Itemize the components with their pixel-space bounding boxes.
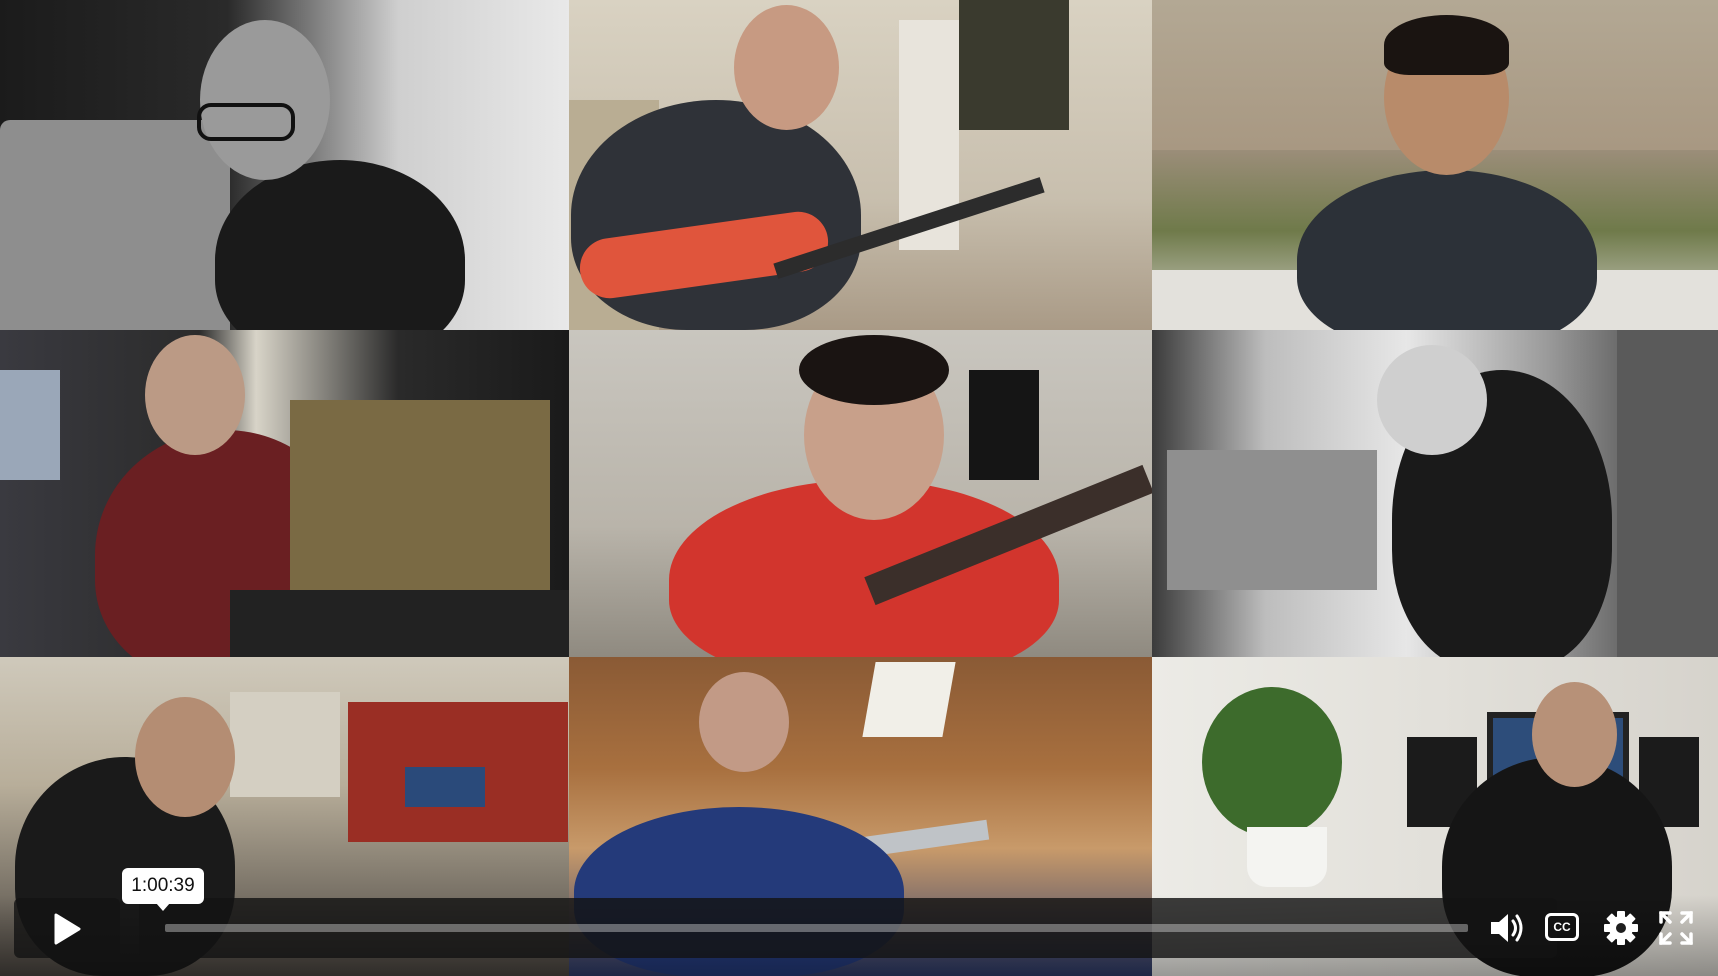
painting	[959, 0, 1069, 130]
volume-icon[interactable]	[1488, 909, 1528, 947]
record-shelf	[1617, 330, 1718, 657]
person-head	[135, 697, 235, 817]
mixer	[230, 590, 569, 657]
laptop	[0, 120, 230, 330]
person-head	[699, 672, 789, 772]
play-button[interactable]	[14, 898, 120, 958]
participant-tile-4	[0, 330, 569, 657]
person-head	[200, 20, 330, 180]
gear-icon[interactable]	[1602, 909, 1640, 947]
modular-synth	[1167, 450, 1377, 590]
person-body	[1297, 170, 1597, 330]
captions-label: CC	[1553, 920, 1571, 934]
video-frame-grid	[0, 0, 1718, 976]
participant-tile-5	[569, 330, 1152, 657]
plant-pot	[1247, 827, 1327, 887]
participant-tile-3	[1152, 0, 1718, 330]
person-hair	[1384, 15, 1509, 75]
person-hair	[799, 335, 949, 405]
glasses	[197, 103, 295, 141]
play-icon	[54, 913, 81, 945]
person-head	[734, 5, 839, 130]
time-tooltip: 1:00:39	[122, 868, 204, 911]
synth-panel	[230, 692, 340, 797]
skylight	[862, 662, 956, 737]
person-body	[215, 160, 465, 330]
plant	[1202, 687, 1342, 837]
participant-tile-1	[0, 0, 569, 330]
progress-bar[interactable]	[165, 924, 1468, 932]
person-head	[1377, 345, 1487, 455]
person-head	[1532, 682, 1617, 787]
captions-icon[interactable]: CC	[1545, 913, 1579, 941]
modular-synth	[290, 400, 550, 610]
monitor	[0, 370, 60, 480]
poster	[969, 370, 1039, 480]
fullscreen-icon[interactable]	[1657, 909, 1695, 947]
person-head	[145, 335, 245, 455]
rack-screen	[405, 767, 485, 807]
participant-tile-2	[569, 0, 1152, 330]
participant-tile-6	[1152, 330, 1718, 657]
